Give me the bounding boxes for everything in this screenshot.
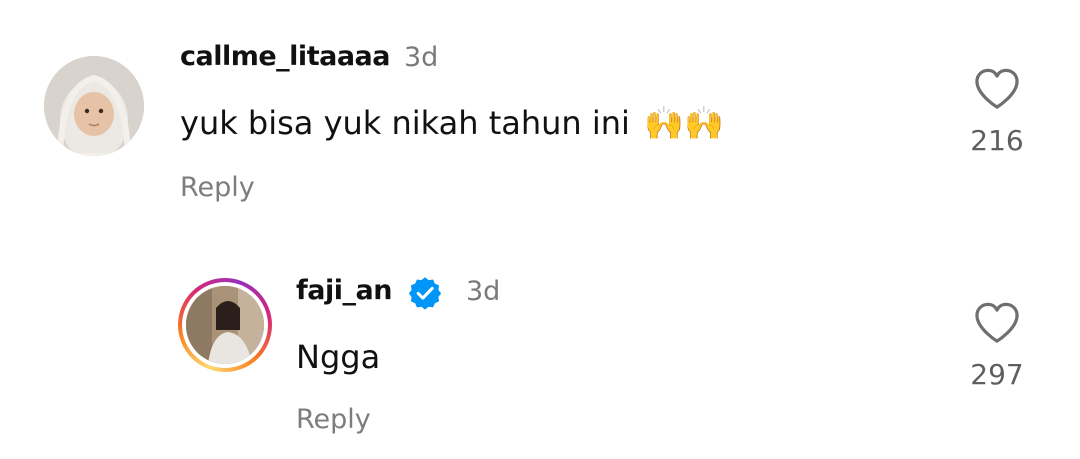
user-avatar-icon	[44, 56, 144, 156]
comment-username[interactable]: callme_litaaaa	[180, 41, 390, 72]
comment-body: Ngga	[296, 338, 381, 376]
avatar[interactable]	[44, 56, 144, 156]
reply-button[interactable]: Reply	[180, 172, 255, 203]
comment-text: yuk bisa yuk nikah tahun ini 🙌🙌	[180, 104, 724, 142]
like-count: 216	[970, 124, 1024, 157]
verified-badge-icon	[408, 277, 442, 310]
comment-username[interactable]: faji_an	[296, 275, 392, 306]
like-count: 297	[970, 358, 1024, 391]
like-button[interactable]: 297	[967, 302, 1027, 391]
raising-hands-emoji: 🙌🙌	[644, 104, 724, 142]
heart-icon[interactable]	[974, 302, 1020, 344]
avatar[interactable]	[186, 286, 264, 364]
comment-text: Ngga	[296, 338, 380, 376]
heart-icon[interactable]	[974, 68, 1020, 110]
reply-comment-item: faji_an 3d Ngga Reply 297	[0, 230, 1080, 459]
comment-body: yuk bisa yuk nikah tahun ini	[180, 104, 630, 142]
user-avatar-icon	[186, 286, 264, 364]
story-ring[interactable]	[178, 278, 272, 372]
comment-timestamp: 3d	[466, 276, 501, 307]
reply-button[interactable]: Reply	[296, 404, 371, 435]
comment-item: callme_litaaaa 3d yuk bisa yuk nikah tah…	[0, 0, 1080, 230]
like-button[interactable]: 216	[967, 68, 1027, 157]
comment-timestamp: 3d	[404, 42, 439, 73]
